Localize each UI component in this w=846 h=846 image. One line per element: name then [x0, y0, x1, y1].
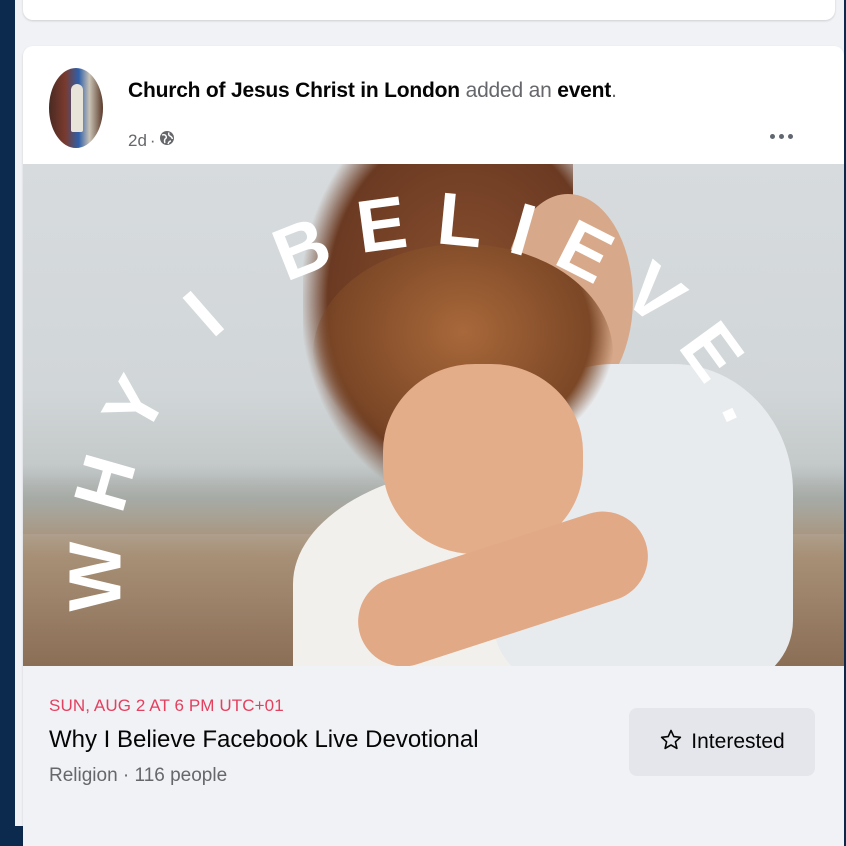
post-timestamp[interactable]: 2d	[128, 131, 147, 151]
event-footer[interactable]: SUN, AUG 2 AT 6 PM UTC+01 Why I Believe …	[23, 666, 844, 846]
event-title[interactable]: Why I Believe Facebook Live Devotional	[49, 726, 479, 754]
news-feed: Church of Jesus Christ in London added a…	[15, 0, 844, 846]
svg-text:WHY I BELIEVE.: WHY I BELIEVE.	[53, 176, 800, 611]
event-details: Religion · 116 people	[49, 765, 228, 786]
event-cover-photo[interactable]: WHY I BELIEVE.	[23, 164, 844, 666]
action-period: .	[611, 79, 617, 102]
more-options-icon[interactable]	[765, 130, 797, 142]
event-post-card: Church of Jesus Christ in London added a…	[23, 46, 844, 846]
star-outline-icon	[659, 728, 683, 757]
globe-icon	[159, 130, 175, 151]
interested-button[interactable]: Interested	[629, 708, 815, 776]
post-meta: 2d ·	[128, 130, 175, 151]
overlay-text: WHY I BELIEVE.	[53, 176, 774, 611]
event-link[interactable]: event	[557, 79, 611, 102]
interested-label: Interested	[691, 730, 785, 753]
event-date-time: SUN, AUG 2 AT 6 PM UTC+01	[49, 696, 284, 715]
why-i-believe-overlay: WHY I BELIEVE.	[53, 176, 800, 611]
previous-post-card	[23, 0, 835, 20]
page-avatar[interactable]	[49, 68, 103, 148]
action-text: added an	[459, 79, 558, 102]
post-headline: Church of Jesus Christ in London added a…	[128, 79, 617, 103]
page-name-link[interactable]: Church of Jesus Christ in London	[128, 79, 460, 102]
avatar-figure	[71, 84, 83, 132]
meta-separator: ·	[149, 130, 156, 150]
post-header: Church of Jesus Christ in London added a…	[23, 46, 844, 164]
